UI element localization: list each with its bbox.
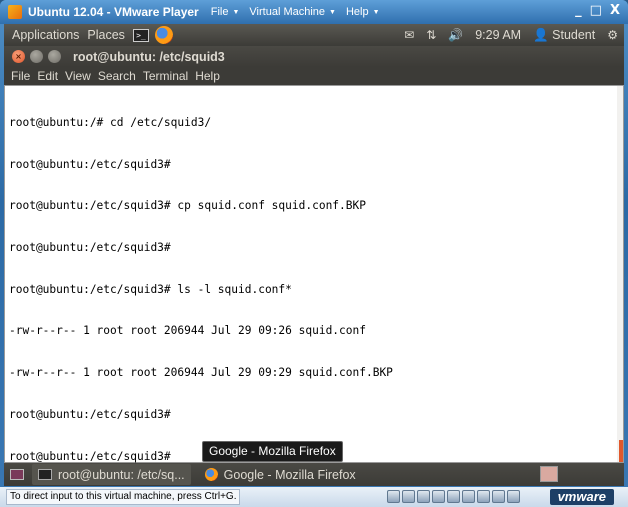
close-button[interactable]: X <box>610 3 620 18</box>
terminal-icon <box>38 469 52 480</box>
terminal-menu-edit[interactable]: Edit <box>37 69 58 83</box>
vmware-titlebar: Ubuntu 12.04 - VMware Player File ▼ Virtu… <box>0 0 628 24</box>
cdrom-icon[interactable] <box>402 490 415 503</box>
taskbar-item-firefox[interactable]: Google - Mozilla Firefox <box>199 464 362 485</box>
taskbar-tooltip: Google - Mozilla Firefox <box>202 441 343 462</box>
taskbar-item-terminal[interactable]: root@ubuntu: /etc/sq... <box>32 464 191 485</box>
taskbar-item-label: root@ubuntu: /etc/sq... <box>58 467 185 482</box>
mail-icon[interactable]: ✉ <box>404 28 414 42</box>
terminal-menu-file[interactable]: File <box>11 69 30 83</box>
places-menu[interactable]: Places <box>87 28 125 42</box>
vm-menu-virtual-machine[interactable]: Virtual Machine ▼ <box>249 6 336 18</box>
vmware-window-controls: _ □ X <box>575 3 620 18</box>
chevron-down-icon: ▼ <box>329 8 336 16</box>
terminal-output[interactable]: root@ubuntu:/# cd /etc/squid3/ root@ubun… <box>4 85 624 463</box>
firefox-launcher-icon[interactable] <box>154 26 173 44</box>
printer-icon[interactable] <box>462 490 475 503</box>
user-menu[interactable]: 👤 Student <box>533 28 595 43</box>
vmware-status-bar: To direct input to this virtual machine,… <box>0 487 628 507</box>
sound-icon[interactable] <box>477 490 490 503</box>
terminal-title: root@ubuntu: /etc/squid3 <box>73 49 225 64</box>
terminal-menu-help[interactable]: Help <box>195 69 220 83</box>
applications-menu[interactable]: Applications <box>12 28 79 42</box>
terminal-line: root@ubuntu:/etc/squid3# cp squid.conf s… <box>9 199 366 213</box>
floppy-icon[interactable] <box>417 490 430 503</box>
terminal-launcher-icon[interactable]: >_ <box>132 28 149 42</box>
status-message: To direct input to this virtual machine,… <box>6 489 241 505</box>
terminal-menubar: File Edit View Search Terminal Help <box>4 67 624 85</box>
display-icon[interactable] <box>492 490 505 503</box>
terminal-close-button[interactable]: × <box>12 50 25 63</box>
vm-menu-help[interactable]: Help ▼ <box>346 6 380 18</box>
terminal-line: root@ubuntu:/etc/squid3# <box>9 157 171 171</box>
user-name: Student <box>552 27 596 42</box>
clock[interactable]: 9:29 AM <box>475 28 521 42</box>
terminal-line: -rw-r--r-- 1 root root 206944 Jul 29 09:… <box>9 366 393 380</box>
terminal-text: root@ubuntu:/# cd /etc/squid3/ root@ubun… <box>9 88 393 491</box>
vmware-window: Ubuntu 12.04 - VMware Player File ▼ Virtu… <box>0 0 628 507</box>
ubuntu-top-panel: Applications Places >_ ✉ ⇅ 🔊 9:29 AM 👤 S… <box>4 24 624 46</box>
workspace-switcher-icon[interactable] <box>540 466 558 482</box>
terminal-line: root@ubuntu:/# cd /etc/squid3/ <box>9 115 212 129</box>
terminal-line: root@ubuntu:/etc/squid3# <box>9 240 171 254</box>
network-adapter-icon[interactable] <box>447 490 460 503</box>
gear-icon[interactable]: ⚙ <box>607 28 618 42</box>
maximize-button[interactable]: □ <box>590 3 602 18</box>
firefox-icon <box>204 468 218 481</box>
terminal-line: root@ubuntu:/etc/squid3# ls -l squid.con… <box>9 282 292 296</box>
taskbar-item-label: Google - Mozilla Firefox <box>223 467 356 482</box>
vm-menu-file-label: File <box>210 6 229 18</box>
vmware-brand-logo: vmware <box>549 489 614 505</box>
device-icons <box>387 490 520 503</box>
vmware-window-title: Ubuntu 12.04 - VMware Player <box>28 5 199 19</box>
vm-menu-file[interactable]: File ▼ <box>211 6 240 18</box>
scrollbar-thumb[interactable] <box>619 440 623 462</box>
terminal-menu-terminal[interactable]: Terminal <box>143 69 188 83</box>
minimize-button[interactable]: _ <box>575 3 582 18</box>
hard-disk-icon[interactable] <box>387 490 400 503</box>
terminal-line: -rw-r--r-- 1 root root 206944 Jul 29 09:… <box>9 324 366 338</box>
volume-icon[interactable]: 🔊 <box>448 28 463 42</box>
terminal-line: root@ubuntu:/etc/squid3# <box>9 407 171 421</box>
ubuntu-bottom-panel: root@ubuntu: /etc/sq... Google - Mozilla… <box>4 463 624 486</box>
panel-indicators: ✉ ⇅ 🔊 9:29 AM 👤 Student ⚙ <box>404 24 618 46</box>
terminal-menu-view[interactable]: View <box>65 69 91 83</box>
show-desktop-icon[interactable] <box>10 469 24 480</box>
terminal-titlebar: × root@ubuntu: /etc/squid3 <box>4 46 624 67</box>
vm-menu-virtual-machine-label: Virtual Machine <box>249 6 326 18</box>
vm-menu-help-label: Help <box>345 6 369 18</box>
terminal-minimize-button[interactable] <box>30 50 43 63</box>
chevron-down-icon: ▼ <box>372 8 380 16</box>
message-icon[interactable] <box>507 490 520 503</box>
terminal-maximize-button[interactable] <box>48 50 61 63</box>
network-icon[interactable]: ⇅ <box>426 28 436 42</box>
usb-icon[interactable] <box>432 490 445 503</box>
ubuntu-desktop: Applications Places >_ ✉ ⇅ 🔊 9:29 AM 👤 S… <box>4 24 624 486</box>
terminal-menu-search[interactable]: Search <box>98 69 136 83</box>
terminal-scrollbar[interactable] <box>617 86 623 462</box>
chevron-down-icon: ▼ <box>232 8 240 16</box>
user-icon: 👤 <box>533 27 549 42</box>
vmware-logo-icon <box>8 5 22 19</box>
